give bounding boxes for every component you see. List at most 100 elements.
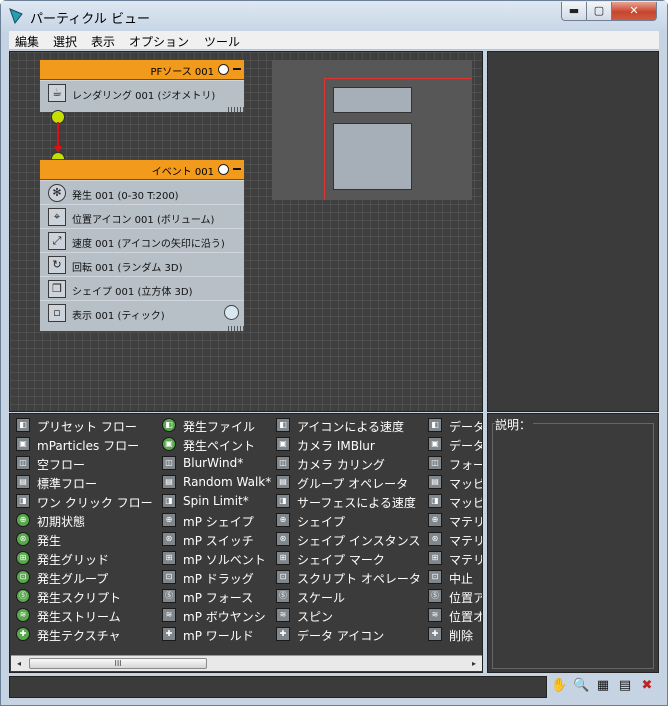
menu-view[interactable]: 表示 (91, 33, 115, 50)
pan-hand-icon[interactable]: ✋ (551, 678, 567, 694)
operator-birth[interactable]: ✻ 発生 001 (0-30 T:200) (40, 180, 244, 204)
speed-icon: ⤢ (48, 232, 66, 250)
depot-item[interactable]: ⊛ 発生 (10, 530, 160, 549)
depot-item[interactable]: ⊞ 発生グリッド (10, 549, 160, 568)
depot-item[interactable]: Ⓢ スケール (270, 587, 420, 606)
depot-item-label: mP シェイプ (183, 515, 254, 529)
navigator-minimap[interactable] (272, 60, 472, 200)
depot-item[interactable]: ◫ フォー (422, 454, 482, 473)
collapse-icon[interactable] (233, 68, 241, 70)
depot-item[interactable]: ▣ データ (422, 435, 482, 454)
menu-edit[interactable]: 編集 (15, 33, 39, 50)
depot-item[interactable]: ✚ データ アイコン (270, 625, 420, 644)
depot-item[interactable]: ◨ サーフェスによる速度 (270, 492, 420, 511)
operator-icon: ◫ (428, 456, 442, 470)
light-bulb-icon[interactable] (218, 64, 229, 75)
depot-item[interactable]: ⊕ マテリ (422, 511, 482, 530)
depot-item[interactable]: ≋ 発生ストリーム (10, 606, 160, 625)
operator-display[interactable]: ▫ 表示 001 (ティック) (40, 300, 244, 324)
depot-item[interactable]: ◧ プリセット フロー (10, 416, 160, 435)
pf-source-node[interactable]: PFソース 001 ☕ レンダリング 001 (ジオメトリ) (39, 59, 245, 113)
operator-speed[interactable]: ⤢ 速度 001 (アイコンの矢印に沿う) (40, 228, 244, 252)
depot-item[interactable]: ◨ マッピ (422, 492, 482, 511)
depot-item[interactable]: ▤ 標準フロー (10, 473, 160, 492)
depot-item[interactable]: ⊛ シェイプ インスタンス (270, 530, 420, 549)
depot-item-label: データ (449, 420, 483, 434)
depot-item[interactable]: Ⓢ 発生スクリプト (10, 587, 160, 606)
resize-grip[interactable] (228, 107, 244, 112)
operator-rotation[interactable]: ↻ 回転 001 (ランダム 3D) (40, 252, 244, 276)
app-icon (9, 8, 23, 24)
operator-icon: ◨ (16, 494, 30, 508)
operator-icon: ▤ (162, 475, 176, 489)
depot-item-label: mP スイッチ (183, 534, 254, 548)
depot-item[interactable]: ▣ カメラ IMBlur (270, 435, 420, 454)
window-title: パーティクル ビュー (30, 12, 150, 27)
depot-item-label: 位置ア (449, 591, 483, 605)
depot-item[interactable]: ⊡ 発生グループ (10, 568, 160, 587)
minimize-button[interactable]: ▬ (561, 2, 587, 21)
zoom-region-icon[interactable]: ▦ (595, 678, 611, 694)
depot-item-label: mP ドラッグ (183, 572, 254, 586)
depot-item-label: サーフェスによる速度 (297, 496, 416, 510)
depot-item[interactable]: ▣ mParticles フロー (10, 435, 160, 454)
zoom-icon[interactable]: 🔍 (573, 678, 589, 694)
depot-item[interactable]: ⊡ スクリプト オペレータ (270, 568, 421, 587)
depot-item[interactable]: ◧ データ (422, 416, 483, 435)
depot-item[interactable]: ▤ マッピ (422, 473, 482, 492)
no-zoom-icon[interactable]: ✖ (639, 678, 655, 694)
depot-item[interactable]: ≋ スピン (270, 606, 420, 625)
depot-item[interactable]: ⊕ 初期状態 (10, 511, 160, 530)
operator-position[interactable]: ⌖ 位置アイコン 001 (ボリューム) (40, 204, 244, 228)
position-icon: ⌖ (48, 208, 66, 226)
depot-item-label: アイコンによる速度 (297, 420, 405, 434)
minimap-node-event (333, 123, 412, 190)
operator-icon: ◨ (162, 494, 176, 508)
depot-item-label: 発生 (37, 534, 62, 548)
operator-shape[interactable]: ❒ シェイプ 001 (立方体 3D) (40, 276, 244, 300)
depot-item-label: カメラ IMBlur (297, 439, 375, 453)
operator-icon: Ⓢ (162, 589, 176, 603)
birth-icon: ✻ (48, 184, 66, 202)
scroll-thumb[interactable]: III (29, 658, 207, 669)
close-button[interactable]: ✕ (611, 2, 657, 21)
depot-item-label: mParticles フロー (37, 439, 140, 453)
depot-item[interactable]: ◧ アイコンによる速度 (270, 416, 420, 435)
operator-label: 表示 001 (ティック) (72, 311, 165, 322)
depot-item[interactable]: ✚ 削除 (422, 625, 482, 644)
depot-item[interactable]: ⊡ 中止 (422, 568, 482, 587)
depot-item[interactable]: ◫ 空フロー (10, 454, 160, 473)
depot-item-label: mP ワールド (183, 629, 254, 643)
depot-item-label: mP フォース (183, 591, 254, 605)
depot-item[interactable]: ≋ 位置オ (422, 606, 482, 625)
scroll-left-arrow-icon[interactable]: ◂ (11, 656, 27, 671)
menu-select[interactable]: 選択 (53, 33, 77, 50)
depot-item[interactable]: ⊞ マテリ (422, 549, 482, 568)
particle-flow-canvas[interactable]: PFソース 001 ☕ レンダリング 001 (ジオメトリ) イベント 001 ✻… (9, 51, 483, 412)
light-bulb-icon[interactable] (218, 164, 229, 175)
depot-item[interactable]: ✚ 発生テクスチャ (10, 625, 160, 644)
menu-tools[interactable]: ツール (204, 33, 240, 50)
depot-item[interactable]: ▤ グループ オペレータ (270, 473, 420, 492)
resize-grip[interactable] (228, 326, 244, 331)
scroll-right-arrow-icon[interactable]: ▸ (466, 656, 482, 671)
operator-icon: ▣ (16, 437, 30, 451)
collapse-icon[interactable] (233, 168, 241, 170)
depot-item-label: マテリ (449, 534, 483, 548)
depot-item[interactable]: ◫ カメラ カリング (270, 454, 420, 473)
rotation-icon: ↻ (48, 256, 66, 274)
operator-icon: ≋ (16, 608, 30, 622)
depot-item[interactable]: ◨ ワン クリック フロー (10, 492, 160, 511)
output-circle-icon[interactable] (224, 305, 239, 320)
event-node[interactable]: イベント 001 ✻ 発生 001 (0-30 T:200) ⌖ 位置アイコン 00… (39, 159, 245, 332)
operator-render[interactable]: ☕ レンダリング 001 (ジオメトリ) (40, 80, 244, 104)
maximize-button[interactable]: ▢ (586, 2, 612, 21)
depot-item[interactable]: ⊞ シェイプ マーク (270, 549, 420, 568)
depot-item[interactable]: ⊕ シェイプ (270, 511, 420, 530)
horizontal-scrollbar[interactable]: ◂ III ▸ (11, 655, 482, 671)
menu-options[interactable]: オプション (129, 33, 189, 50)
zoom-extents-icon[interactable]: ▤ (617, 678, 633, 694)
depot-item-label: Random Walk* (183, 475, 272, 489)
depot-item[interactable]: Ⓢ 位置ア (422, 587, 483, 606)
depot-item[interactable]: ⊛ マテリ (422, 530, 483, 549)
